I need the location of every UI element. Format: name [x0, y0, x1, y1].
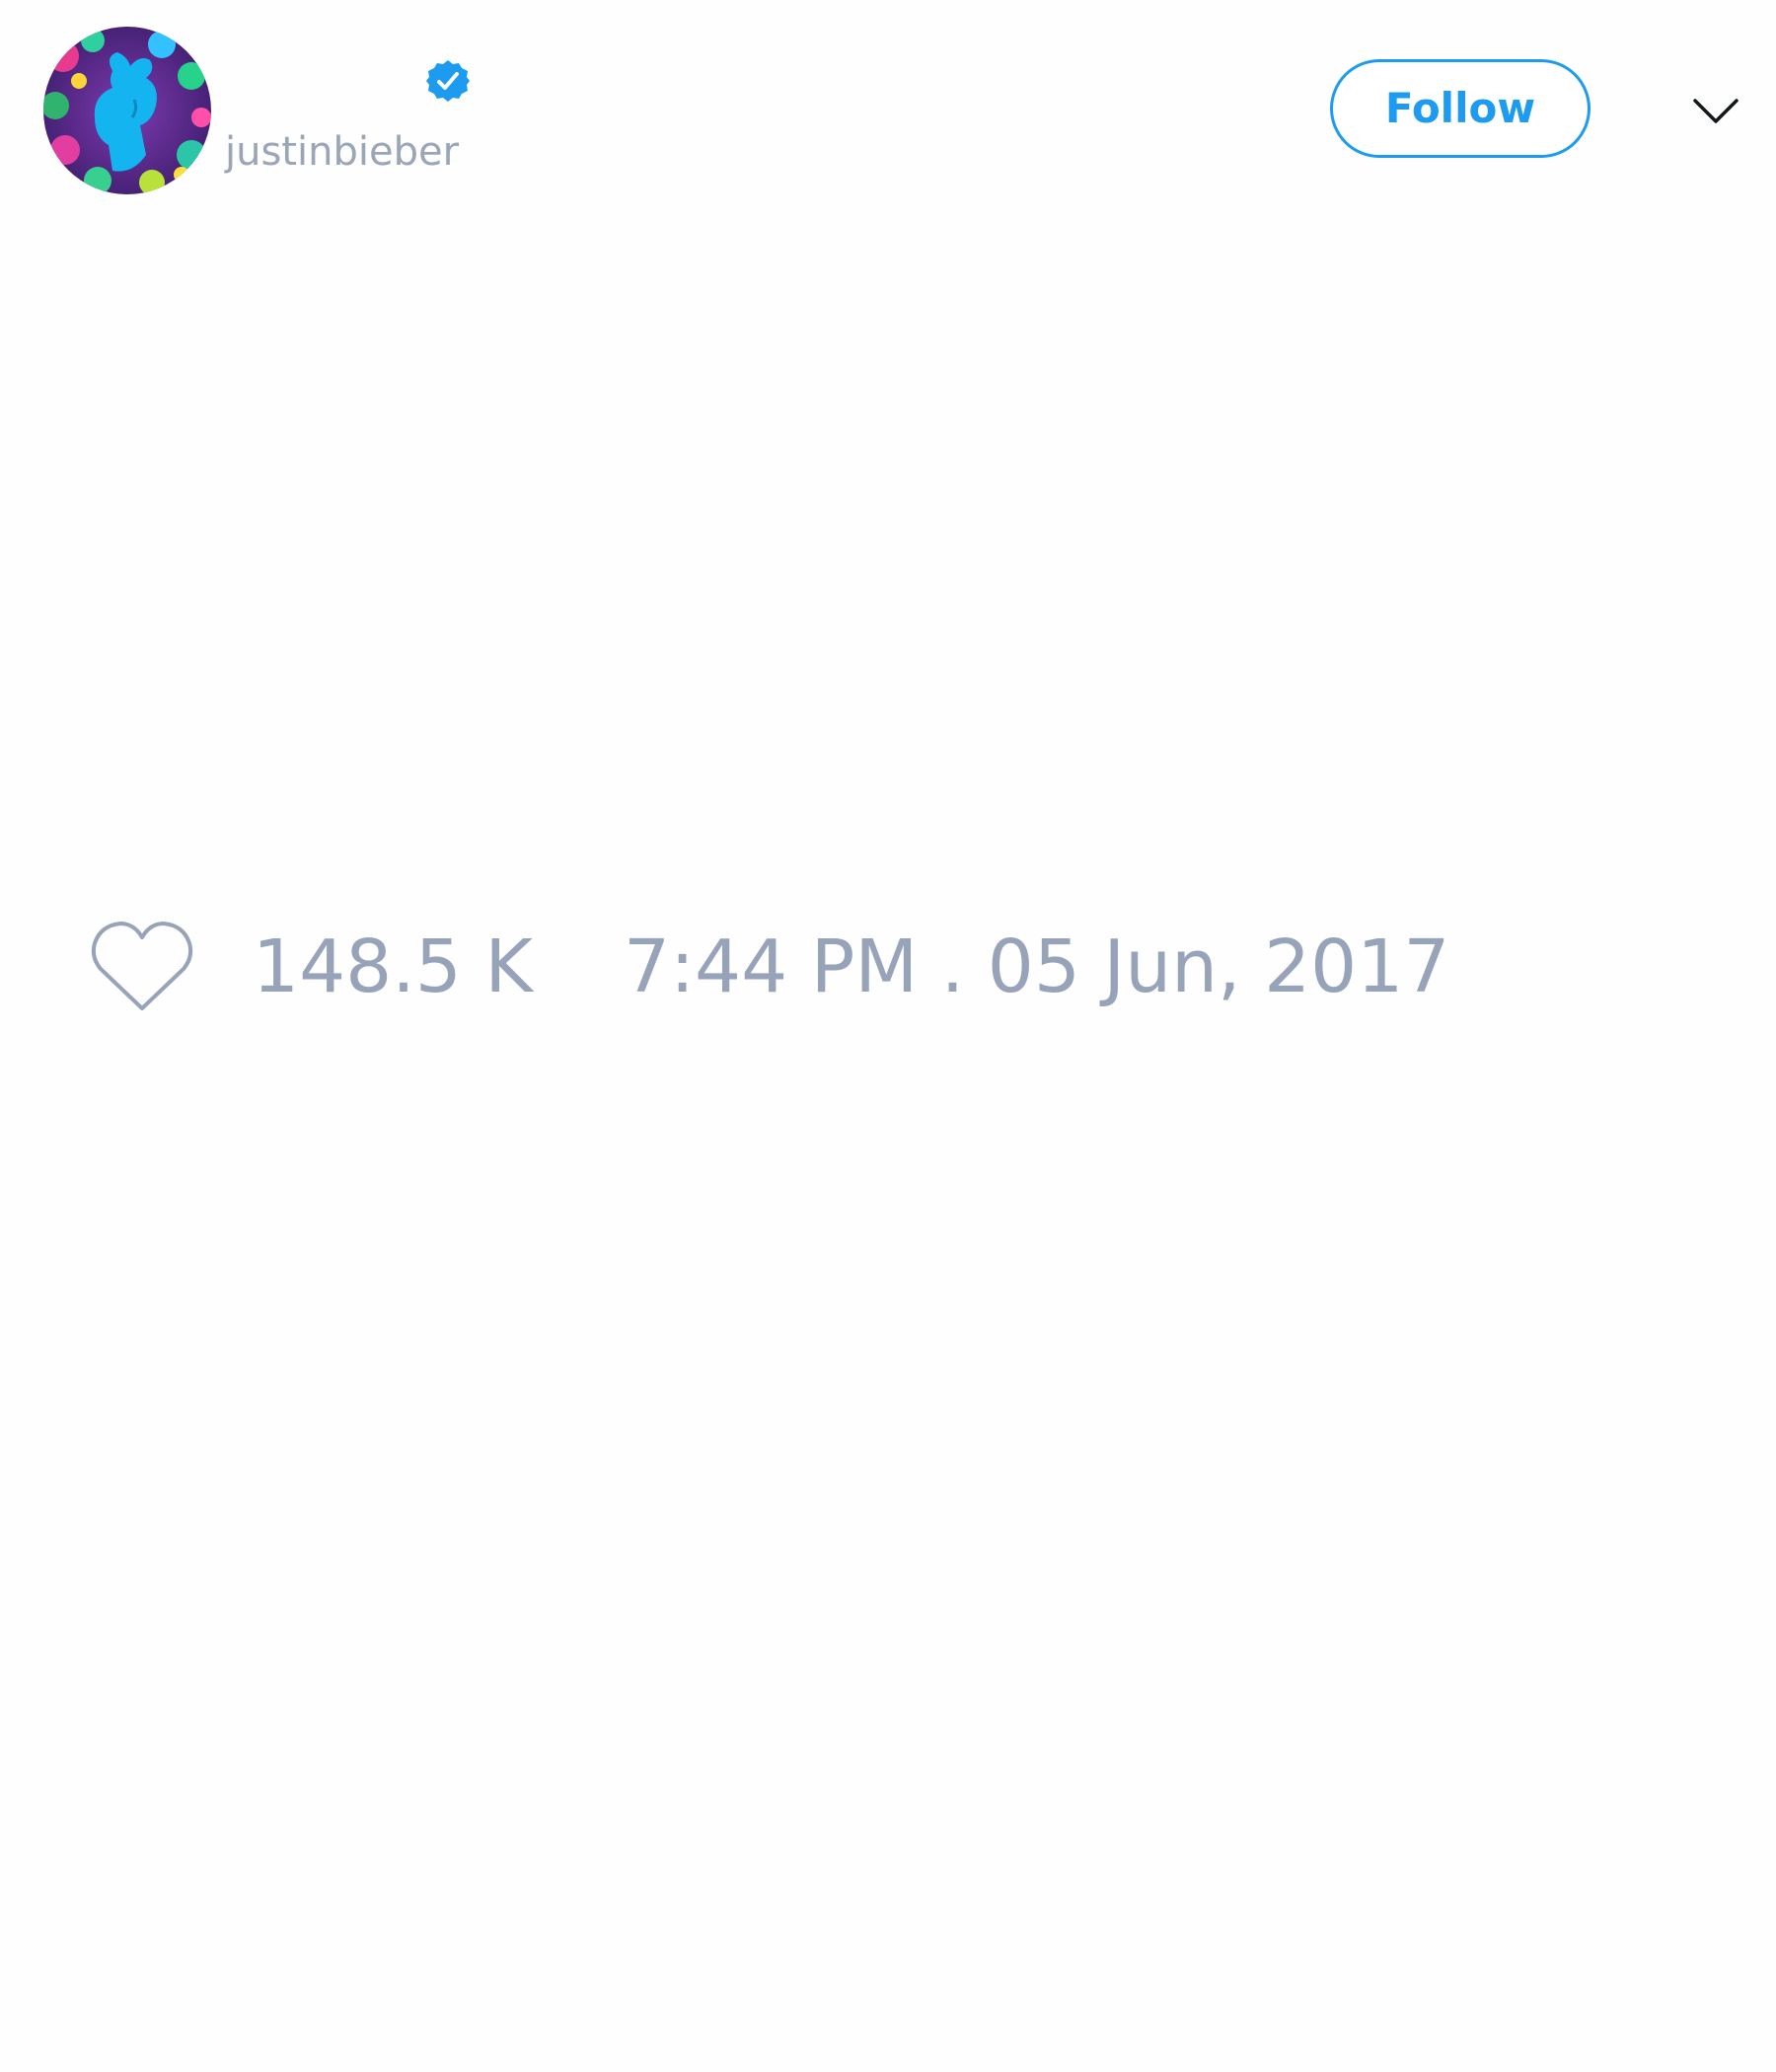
avatar[interactable]	[43, 27, 211, 194]
tweet-header: justinbieber Follow	[0, 0, 1776, 217]
user-meta: justinbieber	[223, 49, 618, 178]
follow-button[interactable]: Follow	[1330, 59, 1591, 158]
tweet-text	[43, 227, 1721, 878]
timestamp[interactable]: 7:44 PM . 05 Jun, 2017	[624, 924, 1449, 1010]
tweet-card: justinbieber Follow 148.5 K 7:44 PM . 05…	[0, 0, 1776, 2072]
like-count: 148.5 K	[253, 925, 533, 1009]
tweet-footer: 148.5 K 7:44 PM . 05 Jun, 2017	[0, 908, 1776, 1026]
handle[interactable]: justinbieber	[225, 124, 459, 180]
heart-icon[interactable]	[89, 918, 195, 1016]
verified-badge-icon	[425, 58, 471, 104]
avatar-image	[43, 27, 211, 194]
chevron-down-icon[interactable]	[1691, 87, 1740, 136]
